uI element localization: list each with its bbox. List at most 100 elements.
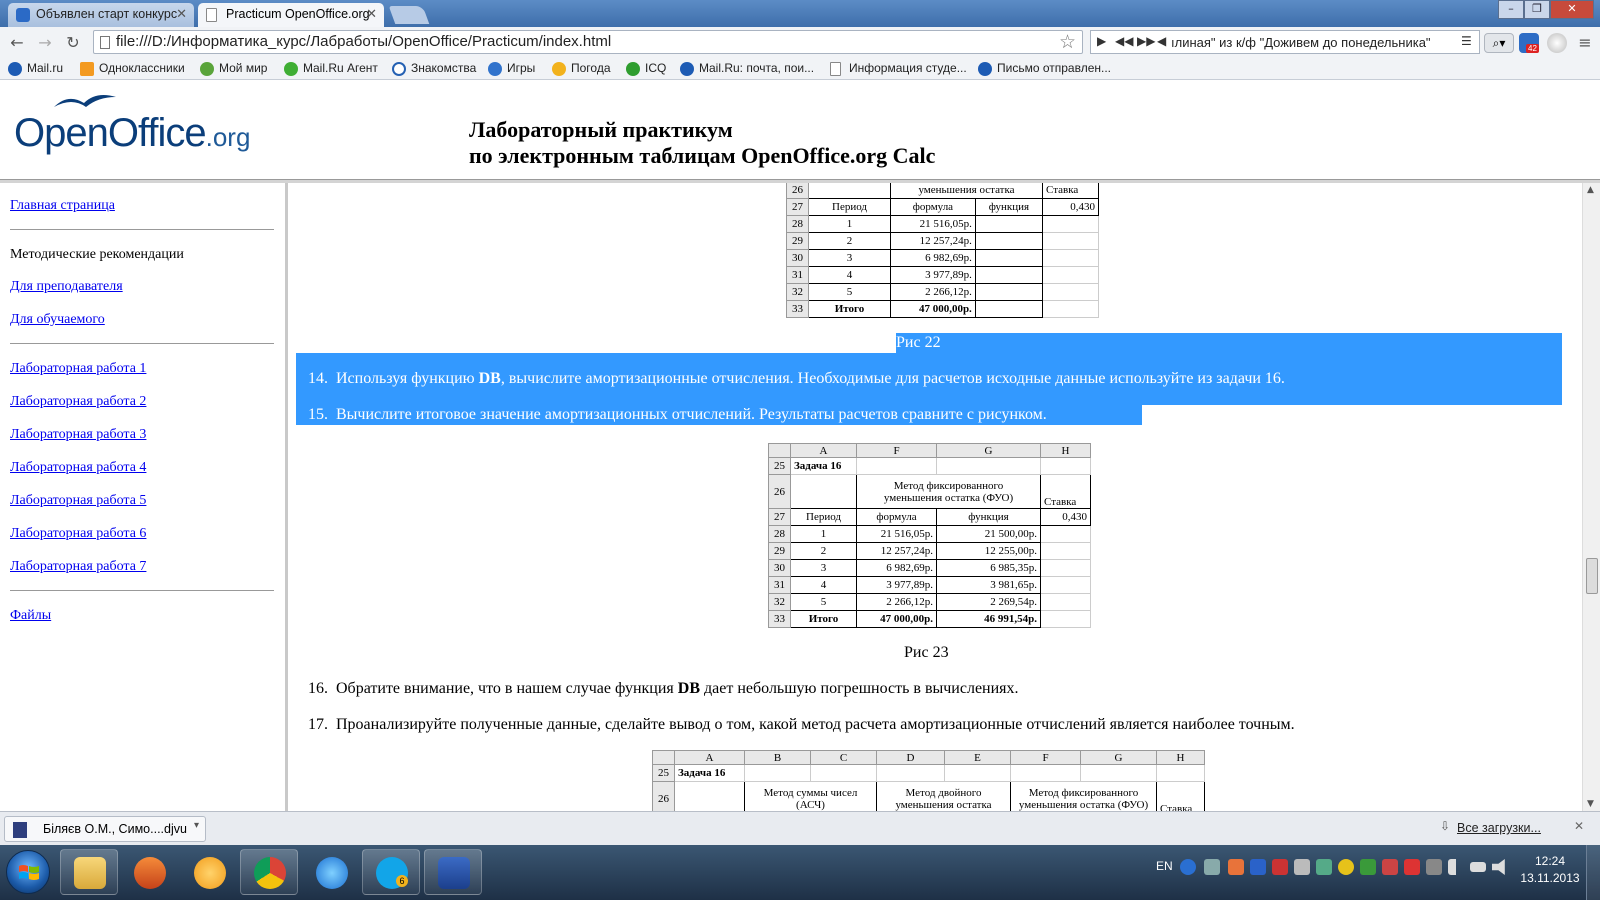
sidebar-link-lab-4[interactable]: Лабораторная работа 4 <box>10 460 146 476</box>
menu-icon[interactable]: ☰ <box>1461 34 1472 48</box>
extension-icon[interactable] <box>1547 33 1567 53</box>
site-title: Лабораторный практикум по электронным та… <box>469 117 936 168</box>
openoffice-logo: OpenOffice.org <box>14 111 251 155</box>
site-header: OpenOffice.org Лабораторный практикум по… <box>0 81 1600 183</box>
tray-app-icon[interactable] <box>1228 859 1244 875</box>
windows-logo-icon <box>19 865 39 880</box>
tab-title: Объявлен старт конкурс <box>36 7 178 21</box>
bookmark-item[interactable]: Знакомства <box>392 61 476 76</box>
sidebar-link-lab-1[interactable]: Лабораторная работа 1 <box>10 361 146 377</box>
sidebar-link-lab-2[interactable]: Лабораторная работа 2 <box>10 394 146 410</box>
sidebar-link-home[interactable]: Главная страница <box>10 198 115 214</box>
tray-app-icon[interactable] <box>1316 859 1332 875</box>
ie-icon <box>316 857 348 889</box>
taskbar-mail-agent[interactable] <box>180 849 238 895</box>
bookmarks-bar: Mail.ru Одноклассники Мой мир Mail.Ru Аг… <box>0 58 1600 80</box>
close-tab-icon[interactable]: ✕ <box>176 6 187 22</box>
tray-app-icon[interactable] <box>1382 859 1398 875</box>
settings-wrench-icon[interactable]: ≡ <box>1574 32 1596 54</box>
start-button[interactable] <box>6 850 50 894</box>
download-item[interactable]: Біляєв О.М., Симо....djvu ▾ <box>4 816 206 842</box>
battery-icon[interactable] <box>1470 862 1486 872</box>
address-bar[interactable]: file:///D:/Информатика_курс/Лабработы/Op… <box>93 30 1083 54</box>
tray-app-icon[interactable] <box>1294 859 1310 875</box>
bookmark-item[interactable]: Игры <box>488 61 535 76</box>
scrollbar-thumb[interactable] <box>1586 558 1598 594</box>
taskbar-word[interactable] <box>424 849 482 895</box>
tray-app-icon[interactable] <box>1426 859 1442 875</box>
sidebar-link-lab-7[interactable]: Лабораторная работа 7 <box>10 559 146 575</box>
sidebar-link-lab-3[interactable]: Лабораторная работа 3 <box>10 427 146 443</box>
language-indicator[interactable]: EN <box>1156 859 1173 873</box>
tray-app-icon[interactable] <box>1338 859 1354 875</box>
sidebar-link-lab-6[interactable]: Лабораторная работа 6 <box>10 526 146 542</box>
page-icon <box>100 36 110 49</box>
mailru-icon <box>978 62 992 76</box>
play-icon[interactable]: ▶ <box>1097 34 1106 48</box>
sidebar-link-student[interactable]: Для обучаемого <box>10 312 105 328</box>
mailru-favicon-icon <box>16 8 30 22</box>
mailru-icon <box>8 62 22 76</box>
close-window-button[interactable]: ✕ <box>1550 0 1594 19</box>
agent-icon <box>284 62 298 76</box>
volume-icon[interactable]: ◀ <box>1157 34 1166 48</box>
bookmark-item[interactable]: Mail.Ru: почта, пои... <box>680 61 814 76</box>
text-selection <box>896 333 1562 353</box>
network-adapter-icon[interactable] <box>1204 859 1220 875</box>
sidebar-link-teacher[interactable]: Для преподавателя <box>10 279 123 295</box>
bookmark-star-icon[interactable]: ☆ <box>1059 31 1076 53</box>
chevron-down-icon[interactable]: ▾ <box>194 820 199 831</box>
sidebar-link-lab-5[interactable]: Лабораторная работа 5 <box>10 493 146 509</box>
new-tab-button[interactable] <box>388 6 430 24</box>
bookmark-item[interactable]: Письмо отправлен... <box>978 61 1111 76</box>
taskbar-internet-explorer[interactable] <box>302 849 360 895</box>
volume-icon[interactable] <box>1492 859 1505 875</box>
tab-inactive[interactable]: Объявлен старт конкурс ✕ <box>8 3 194 27</box>
rewind-icon[interactable]: ◀◀ <box>1115 34 1133 48</box>
taskbar-skype[interactable] <box>362 849 420 895</box>
all-downloads-link[interactable]: Все загрузки... <box>1457 821 1541 835</box>
back-button[interactable]: ← <box>6 32 28 54</box>
search-icon[interactable]: ⌕▾ <box>1484 33 1514 53</box>
word-icon <box>438 857 470 889</box>
reload-button[interactable]: ↻ <box>62 32 84 54</box>
bluetooth-icon[interactable] <box>1250 859 1266 875</box>
tray-app-icon[interactable] <box>1404 859 1420 875</box>
download-shelf: Біляєв О.М., Симо....djvu ▾ ⇩ Все загруз… <box>0 811 1600 845</box>
close-icon[interactable]: ✕ <box>1574 819 1584 833</box>
tab-title: Practicum OpenOffice.org <box>226 7 370 21</box>
main-content: 26 уменьшения остатка Ставка 27 Период форму… <box>290 183 1582 811</box>
folder-icon <box>74 857 106 889</box>
minimize-button[interactable]: – <box>1498 0 1524 19</box>
taskbar-chrome[interactable] <box>240 849 298 895</box>
maximize-button[interactable]: ❐ <box>1524 0 1550 19</box>
show-desktop-button[interactable] <box>1586 845 1600 900</box>
help-icon[interactable] <box>1180 859 1196 875</box>
scroll-up-icon[interactable]: ▲ <box>1587 185 1594 195</box>
tray-app-icon[interactable] <box>1360 859 1376 875</box>
taskbar-media-player[interactable] <box>120 849 178 895</box>
chrome-icon <box>254 857 286 889</box>
page-scrollbar[interactable]: ▲ ▼ <box>1582 183 1600 811</box>
download-arrow-icon: ⇩ <box>1440 819 1451 833</box>
signal-icon[interactable] <box>1448 859 1464 875</box>
bookmark-item[interactable]: Погода <box>552 61 611 76</box>
sidebar-link-files[interactable]: Файлы <box>10 608 51 624</box>
bookmark-item[interactable]: Mail.Ru Агент <box>284 61 378 76</box>
clock[interactable]: 12:24 13.11.2013 <box>1520 853 1580 887</box>
bookmark-item[interactable]: Мой мир <box>200 61 267 76</box>
scroll-down-icon[interactable]: ▼ <box>1587 799 1594 809</box>
tab-active[interactable]: Practicum OpenOffice.org ✕ <box>198 3 384 27</box>
bookmark-item[interactable]: ICQ <box>626 61 666 76</box>
fast-forward-icon[interactable]: ▶▶ <box>1137 34 1155 48</box>
tray-app-icon[interactable] <box>1272 859 1288 875</box>
bookmark-item[interactable]: Одноклассники <box>80 61 185 76</box>
forward-button[interactable]: → <box>34 32 56 54</box>
bookmark-item[interactable]: Mail.ru <box>8 61 63 76</box>
taskbar-explorer[interactable] <box>60 849 118 895</box>
url-text: file:///D:/Информатика_курс/Лабработы/Op… <box>116 33 612 50</box>
figure-caption-22: Рис 22 <box>896 334 941 351</box>
close-tab-icon[interactable]: ✕ <box>366 6 377 22</box>
mail-agent-icon <box>194 857 226 889</box>
bookmark-item[interactable]: Информация студе... <box>830 61 967 76</box>
